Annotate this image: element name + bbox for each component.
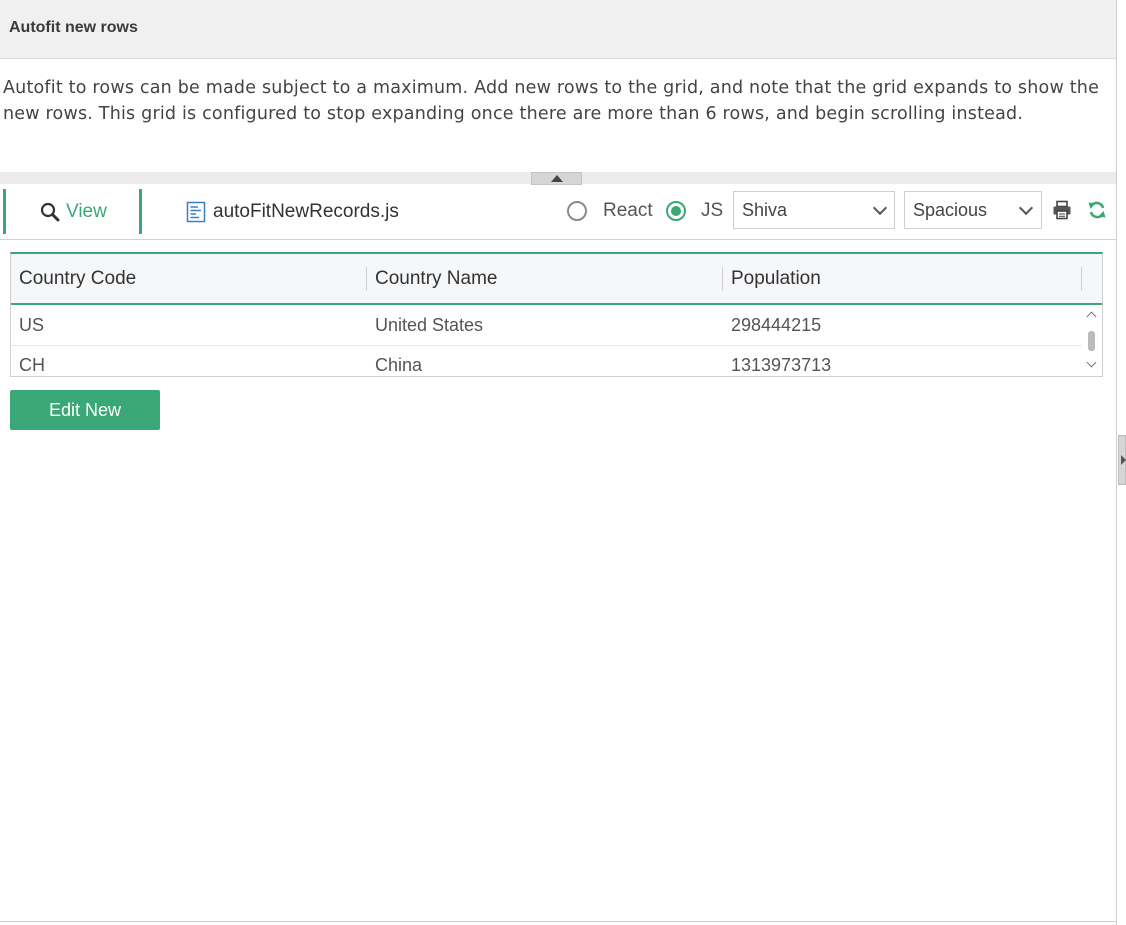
expand-side-panel-handle[interactable] (1118, 435, 1126, 485)
radio-js[interactable]: JS (666, 200, 723, 222)
scroll-down-icon[interactable] (1086, 357, 1097, 368)
skin-select-value: Shiva (742, 200, 788, 220)
chevron-down-icon (872, 200, 888, 216)
column-header-population[interactable]: Population (731, 268, 821, 290)
print-button[interactable] (1052, 200, 1072, 225)
radio-react-circle[interactable] (567, 201, 587, 221)
tab-source-file[interactable]: autoFitNewRecords.js (186, 200, 399, 224)
panel-border (1116, 0, 1117, 925)
column-header-country-code[interactable]: Country Code (19, 268, 136, 290)
country-grid: Country Code Country Name Population US … (10, 252, 1103, 377)
example-toolbar: View autoFitNewRecords.js React JS Shiva… (0, 185, 1117, 240)
tab-view-label: View (66, 201, 107, 222)
panel-border (0, 921, 1117, 922)
column-separator[interactable] (366, 267, 367, 291)
chevron-down-icon (1018, 200, 1034, 216)
radio-js-label: JS (701, 200, 724, 221)
table-row[interactable]: US United States 298444215 (11, 305, 1082, 346)
print-icon (1053, 200, 1071, 220)
tab-indicator (3, 189, 6, 234)
cell-population: 298444215 (731, 315, 822, 335)
cell-country-name: United States (375, 315, 484, 335)
description-text: Autofit to rows can be made subject to a… (3, 78, 1100, 124)
edit-new-button[interactable]: Edit New (10, 390, 160, 430)
search-icon (40, 202, 60, 222)
density-select-value: Spacious (913, 200, 988, 220)
radio-react[interactable]: React (567, 200, 653, 222)
tab-indicator (139, 189, 142, 234)
refresh-icon (1088, 201, 1106, 219)
scroll-up-icon[interactable] (1086, 311, 1097, 322)
vertical-scrollbar[interactable] (1082, 305, 1102, 376)
tab-view[interactable]: View (40, 200, 107, 224)
cell-country-code: CH (19, 355, 45, 375)
file-icon (186, 201, 206, 223)
table-row[interactable]: CH China 1313973713 (11, 345, 1082, 376)
skin-select[interactable]: Shiva (733, 191, 895, 229)
cell-population: 1313973713 (731, 355, 832, 375)
tab-file-label: autoFitNewRecords.js (213, 201, 399, 222)
page-header: Autofit new rows (0, 0, 1117, 59)
radio-react-label: React (603, 200, 653, 221)
grid-header: Country Code Country Name Population (11, 254, 1102, 305)
column-separator[interactable] (722, 267, 723, 291)
column-header-country-name[interactable]: Country Name (375, 268, 498, 290)
radio-js-circle[interactable] (666, 201, 686, 221)
cell-country-code: US (19, 315, 45, 335)
density-select[interactable]: Spacious (904, 191, 1042, 229)
scrollbar-thumb[interactable] (1088, 331, 1095, 351)
cell-country-name: China (375, 355, 423, 375)
refresh-button[interactable] (1087, 200, 1107, 225)
page-title: Autofit new rows (9, 19, 138, 36)
collapse-handle[interactable] (531, 172, 582, 185)
column-separator (1081, 267, 1082, 291)
